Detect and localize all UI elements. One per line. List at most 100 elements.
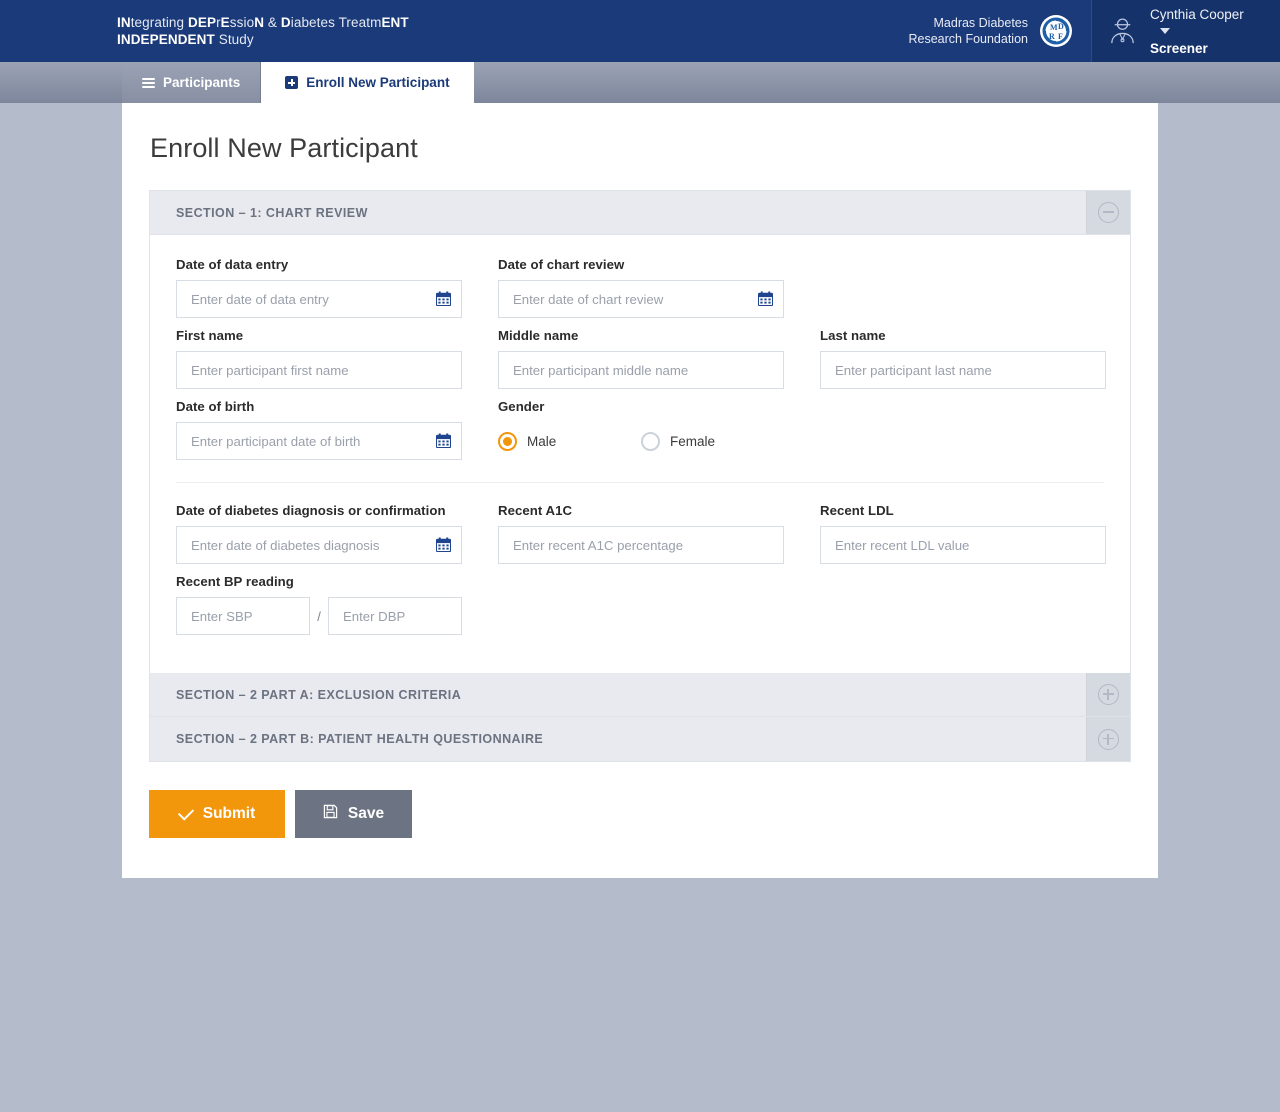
form-row-dob-gender: Date of birth Enter participant date of …: [176, 399, 1104, 460]
brand-line-2: INDEPENDENT Study: [117, 31, 409, 48]
form-row-names: First name Middle name Last name: [176, 328, 1106, 389]
org-line-1: Madras Diabetes: [933, 16, 1029, 30]
page-title: Enroll New Participant: [150, 133, 418, 163]
tab-enroll-new-participant[interactable]: Enroll New Participant: [261, 62, 474, 103]
user-menu[interactable]: Cynthia Cooper Screener: [1092, 0, 1280, 62]
field-date-of-data-entry: Date of data entry: [176, 257, 462, 318]
field-middle-name: Middle name: [498, 328, 784, 389]
input-date-of-diabetes-diagnosis[interactable]: [176, 526, 462, 564]
section-1-body: Date of data entry Enter date of data en…: [150, 235, 1130, 673]
input-date-of-data-entry[interactable]: [176, 280, 462, 318]
section-header-chart-review[interactable]: SECTION – 1: CHART REVIEW: [150, 191, 1130, 235]
label-recent-bp-reading: Recent BP reading: [176, 574, 294, 589]
label-first-name: First name: [176, 328, 244, 343]
organization-block: Madras Diabetes Research Foundation M D …: [908, 0, 1092, 62]
input-date-of-birth[interactable]: [176, 422, 462, 460]
brand-line-1: INtegrating DEPrEssioN & Diabetes Treatm…: [117, 15, 409, 30]
field-recent-bp-reading: Recent BP reading /: [176, 574, 462, 635]
organization-name: Madras Diabetes Research Foundation: [908, 15, 1028, 47]
form-actions: Submit Save: [149, 790, 1131, 838]
radio-gender-female[interactable]: Female: [641, 431, 784, 451]
section-2a-expand-button[interactable]: [1086, 673, 1130, 716]
radio-gender-male-label: Male: [527, 433, 557, 449]
chevron-down-icon[interactable]: [1160, 28, 1170, 35]
radio-unselected-icon: [641, 431, 660, 451]
section-header-exclusion-criteria[interactable]: SECTION – 2 PART A: EXCLUSION CRITERIA: [150, 673, 1130, 717]
section-1-title: SECTION – 1: CHART REVIEW: [176, 205, 368, 220]
input-middle-name[interactable]: [498, 351, 784, 389]
field-date-of-diabetes-diagnosis: Date of diabetes diagnosis or confirmati…: [176, 503, 462, 564]
field-recent-ldl: Recent LDL: [820, 503, 1106, 564]
label-gender: Gender: [498, 399, 545, 414]
field-first-name: First name: [176, 328, 462, 389]
calendar-icon[interactable]: [757, 291, 774, 307]
label-date-of-birth: Date of birth: [176, 399, 255, 414]
plus-circle-icon: [1098, 728, 1119, 750]
section-2a-title: SECTION – 2 PART A: EXCLUSION CRITERIA: [176, 687, 462, 702]
svg-text:D: D: [1058, 22, 1064, 31]
label-recent-ldl: Recent LDL: [820, 503, 894, 518]
field-recent-a1c: Recent A1C: [498, 503, 784, 564]
form-row-clinical: Date of diabetes diagnosis or confirmati…: [176, 503, 1106, 564]
floppy-disk-icon: [323, 804, 338, 824]
hamburger-icon: [142, 77, 155, 88]
plus-circle-icon: [1098, 684, 1119, 705]
label-date-of-diabetes-diagnosis: Date of diabetes diagnosis or confirmati…: [176, 503, 446, 518]
brand-study-rest: Study: [214, 32, 254, 47]
plus-square-icon: [285, 76, 299, 89]
minus-circle-icon: [1098, 202, 1119, 223]
radio-gender-male[interactable]: Male: [498, 431, 641, 451]
app-brand: INtegrating DEPrEssioN & Diabetes Treatm…: [0, 0, 409, 62]
submit-button[interactable]: Submit: [149, 790, 285, 838]
input-first-name[interactable]: [176, 351, 462, 389]
svg-text:R: R: [1049, 32, 1055, 41]
check-icon: [177, 803, 194, 821]
mdrf-logo-icon: M D R F: [1039, 14, 1073, 48]
form-divider: [176, 482, 1104, 483]
input-dbp[interactable]: [328, 597, 462, 635]
save-button[interactable]: Save: [295, 790, 412, 838]
label-date-of-chart-review: Date of chart review: [498, 257, 625, 272]
field-date-of-chart-review: Date of chart review: [498, 257, 784, 318]
input-last-name[interactable]: [820, 351, 1106, 389]
user-name: Cynthia Cooper: [1150, 6, 1244, 22]
section-2b-title: SECTION – 2 PART B: PATIENT HEALTH QUEST…: [176, 732, 544, 746]
radio-gender-female-label: Female: [670, 433, 716, 449]
gender-radio-group: Male Female: [498, 422, 784, 460]
form-row-dates: Date of data entry Enter date of data en…: [176, 257, 1104, 318]
label-date-of-data-entry: Date of data entry: [176, 257, 289, 272]
tab-participants-label: Participants: [163, 75, 241, 90]
doctor-avatar-icon: [1106, 15, 1139, 48]
form-row-bp: Recent BP reading /: [176, 574, 1104, 635]
submit-button-label: Submit: [202, 805, 256, 822]
section-1-collapse-button[interactable]: [1086, 191, 1130, 234]
bp-separator: /: [317, 608, 321, 624]
calendar-icon[interactable]: [435, 537, 452, 553]
page-body: Enroll New Participant SECTION – 1: CHAR…: [0, 103, 1280, 1112]
radio-selected-icon: [498, 431, 517, 451]
label-middle-name: Middle name: [498, 328, 579, 343]
calendar-icon[interactable]: [435, 433, 452, 449]
calendar-icon[interactable]: [435, 291, 452, 307]
svg-text:M: M: [1050, 23, 1058, 32]
header-spacer: [409, 0, 909, 62]
field-gender: Gender Male Female: [498, 399, 784, 460]
field-date-of-birth: Date of birth: [176, 399, 462, 460]
label-last-name: Last name: [820, 328, 886, 343]
user-meta: Cynthia Cooper Screener: [1150, 6, 1266, 57]
input-date-of-chart-review[interactable]: [498, 280, 784, 318]
org-line-2: Research Foundation: [908, 32, 1028, 46]
input-recent-ldl[interactable]: [820, 526, 1106, 564]
tab-bar: Participants Enroll New Participant: [0, 62, 1280, 103]
input-recent-a1c[interactable]: [498, 526, 784, 564]
section-header-patient-health-questionnaire[interactable]: SECTION – 2 PART B: PATIENT HEALTH QUEST…: [150, 717, 1130, 761]
tab-participants[interactable]: Participants: [122, 62, 262, 103]
app-header: INtegrating DEPrEssioN & Diabetes Treatm…: [0, 0, 1280, 62]
section-2b-expand-button[interactable]: [1086, 717, 1130, 761]
bp-inputs: /: [176, 597, 462, 635]
brand-study-bold: INDEPENDENT: [117, 32, 215, 47]
svg-text:F: F: [1058, 32, 1063, 41]
input-sbp[interactable]: [176, 597, 310, 635]
content-panel: Enroll New Participant SECTION – 1: CHAR…: [122, 103, 1158, 878]
save-button-label: Save: [347, 805, 385, 822]
